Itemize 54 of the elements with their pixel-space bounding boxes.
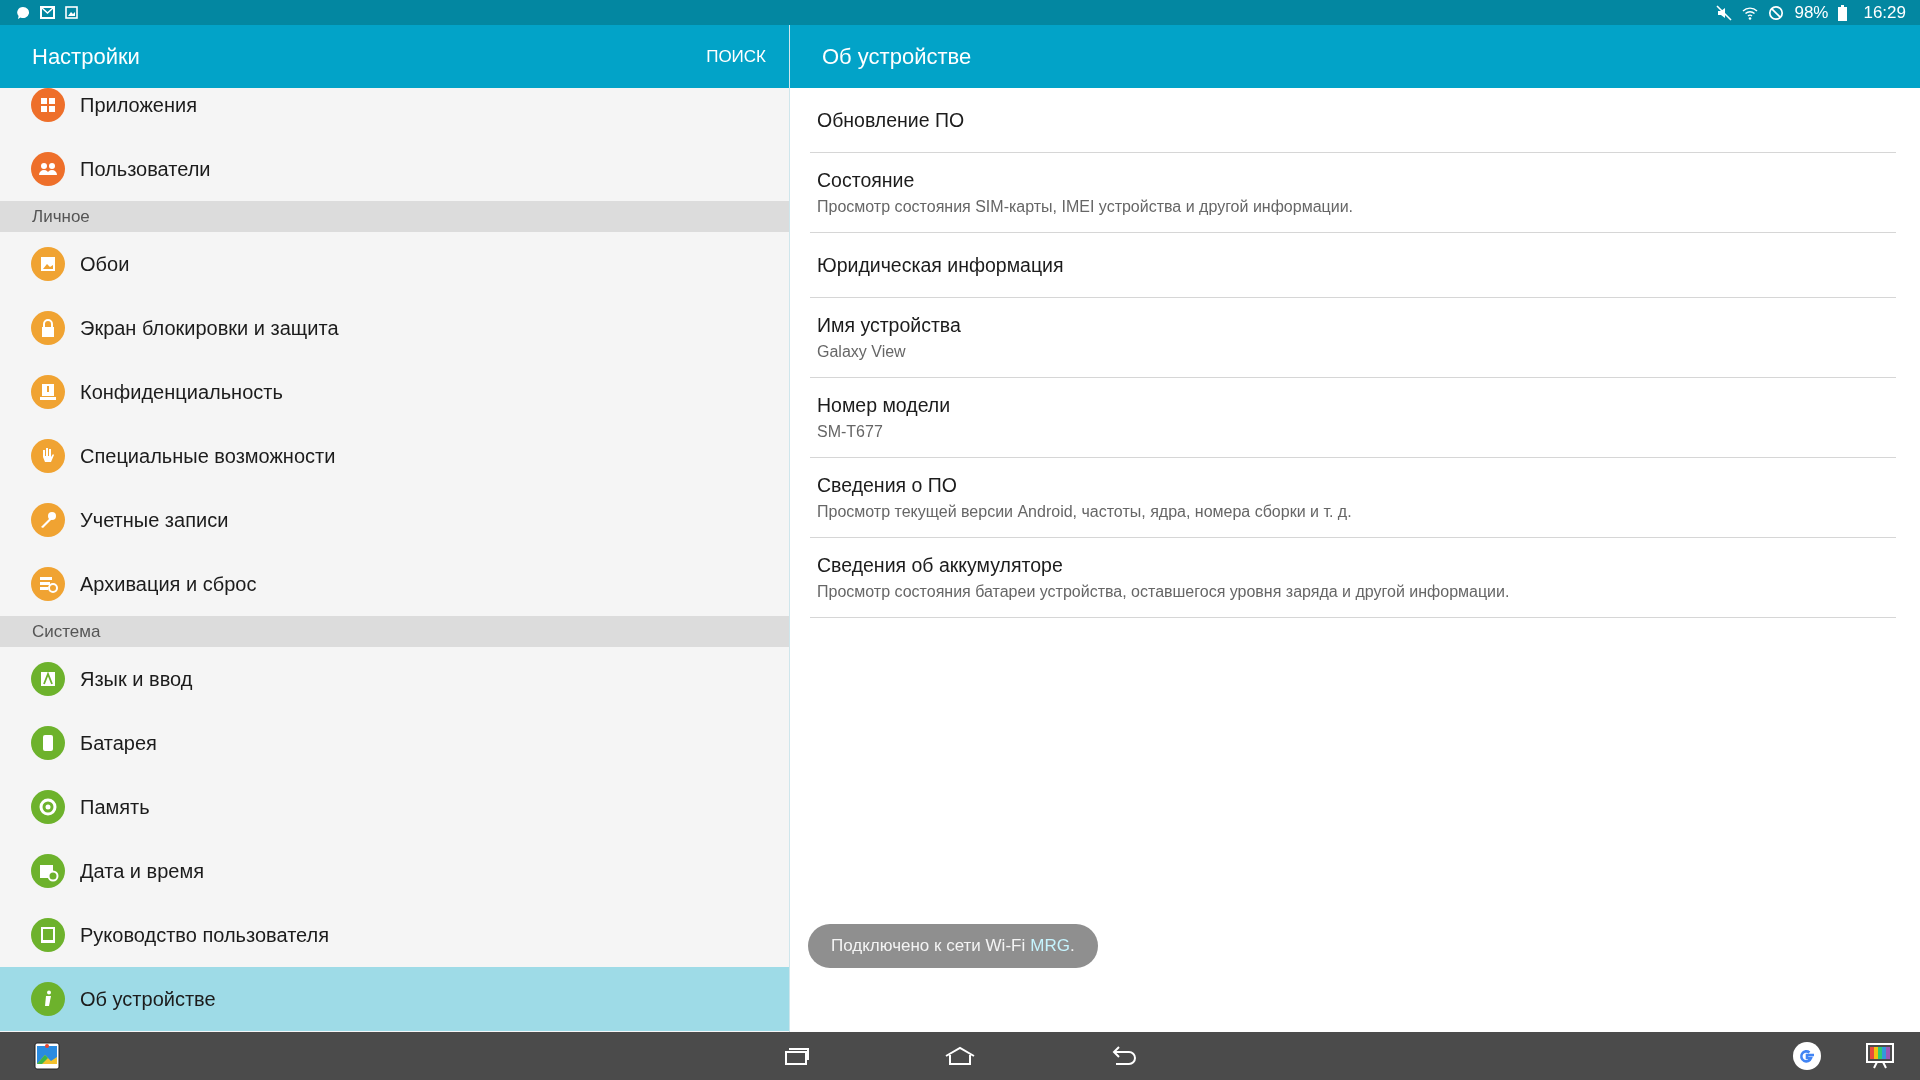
item-title: Состояние [817, 169, 916, 192]
settings-menu-item[interactable]: Архивация и сброс [0, 552, 789, 616]
settings-menu-item[interactable]: Батарея [0, 711, 789, 775]
battery-icon [1838, 4, 1848, 21]
toast-text: Подключено к сети Wi-Fi [831, 936, 1026, 956]
item-summary: Просмотр состояния батареи устройства, оставшегося уровня заряда и другой информации. [817, 583, 1511, 601]
about-item[interactable]: Имя устройства Galaxy View [810, 298, 1896, 378]
item-summary: Просмотр состояния SIM-карты, IMEI устройства и другой информации. [817, 198, 1354, 216]
settings-menu-item[interactable]: Учетные записи [0, 488, 789, 552]
gallery-icon[interactable] [34, 1042, 60, 1070]
recent-apps-icon[interactable] [784, 1046, 810, 1066]
mute-icon [1716, 4, 1733, 21]
item-summary: Просмотр текущей версии Android, частоты, ядра, номера сборки и т. д. [817, 503, 1353, 521]
section-header: Личное [0, 201, 789, 232]
do-not-disturb-icon [1768, 4, 1785, 21]
about-item[interactable]: Номер модели SM-T677 [810, 378, 1896, 458]
item-title: Обновление ПО [817, 108, 966, 132]
settings-menu-item[interactable]: Язык и ввод [0, 647, 789, 711]
settings-menu-item[interactable]: Экран блокировки и защита [0, 296, 789, 360]
home-icon[interactable] [944, 1046, 976, 1066]
settings-menu-item[interactable]: Об устройстве [0, 967, 789, 1031]
settings-menu-item[interactable]: Обои [0, 232, 789, 296]
chat-icon [16, 5, 30, 20]
settings-menu-item[interactable]: Руководство пользователя [0, 903, 789, 967]
settings-menu-item[interactable]: Память [0, 775, 789, 839]
settings-menu-item[interactable]: Пользователи [0, 137, 789, 201]
about-item[interactable]: Обновление ПО [810, 88, 1896, 153]
battery-percent: 98% [1794, 2, 1829, 23]
toast-period: . [1069, 936, 1075, 956]
settings-title: Настройки [32, 43, 140, 70]
about-item[interactable]: Сведения об аккумуляторе Просмотр состояния батареи устройства, оставшегося уровня заряда и другой информации. [810, 538, 1896, 618]
settings-menu-item[interactable]: Специальные возможности [0, 424, 789, 488]
section-header: Система [0, 616, 789, 647]
detail-title: Об устройстве [822, 43, 972, 70]
item-title: Номер модели [817, 394, 952, 417]
item-summary: Galaxy View [817, 343, 907, 361]
settings-menu-item[interactable]: Приложения [0, 88, 789, 137]
mail-icon [40, 6, 55, 19]
screen-mirroring-icon[interactable] [1866, 1043, 1894, 1069]
google-icon[interactable] [1792, 1041, 1822, 1071]
about-item[interactable]: Состояние Просмотр состояния SIM-карты, IMEI устройства и другой информации. [810, 153, 1896, 233]
clock: 16:29 [1863, 2, 1906, 23]
item-summary: SM-T677 [817, 423, 884, 441]
image-icon [65, 6, 78, 19]
item-title: Имя устройства [817, 314, 962, 337]
settings-menu-item[interactable]: Дата и время [0, 839, 789, 903]
about-item[interactable]: Сведения о ПО Просмотр текущей версии Android, частоты, ядра, номера сборки и т. д. [810, 458, 1896, 538]
item-title: Сведения об аккумуляторе [817, 554, 1064, 577]
back-icon[interactable] [1110, 1046, 1138, 1066]
item-title: Сведения о ПО [817, 474, 958, 497]
item-title: Юридическая информация [817, 253, 1065, 277]
network-name: MRG [1030, 936, 1070, 956]
about-item[interactable]: Юридическая информация [810, 233, 1896, 298]
settings-menu-item[interactable]: Конфиденциальность [0, 360, 789, 424]
